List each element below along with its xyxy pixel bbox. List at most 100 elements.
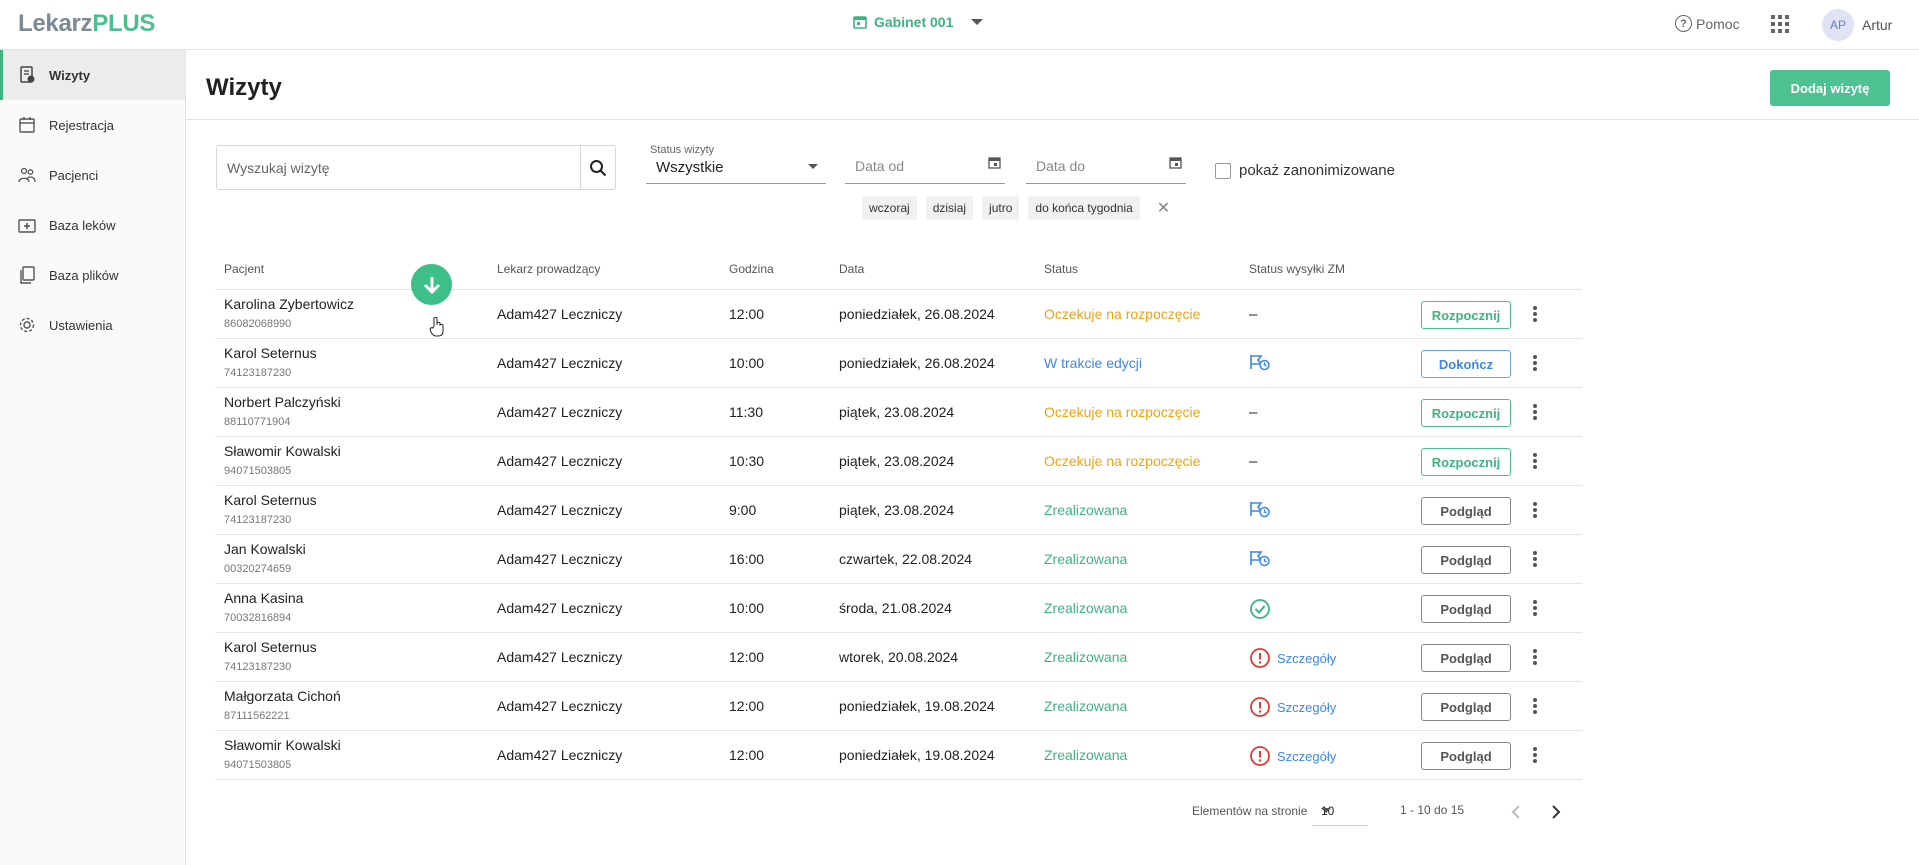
zm-status: Szczegóły bbox=[1249, 696, 1336, 718]
chevron-left-icon[interactable] bbox=[1506, 802, 1526, 822]
visit-hour: 12:00 bbox=[729, 698, 765, 714]
patient-name[interactable]: Małgorzata Cichoń bbox=[224, 688, 341, 704]
date-from-field[interactable]: Data od bbox=[845, 150, 1005, 184]
chevron-right-icon[interactable] bbox=[1546, 802, 1566, 822]
calendar-icon bbox=[19, 117, 35, 133]
help-link[interactable]: ? Pomoc bbox=[1675, 15, 1740, 32]
preview-button[interactable]: Podgląd bbox=[1421, 546, 1511, 574]
app-logo[interactable]: LekarzPLUS bbox=[18, 10, 155, 38]
sidebar-item-pacjenci[interactable]: Pacjenci bbox=[0, 150, 185, 200]
per-page-select[interactable]: 10 bbox=[1312, 796, 1368, 826]
preview-button[interactable]: Podgląd bbox=[1421, 693, 1511, 721]
more-options-icon[interactable] bbox=[1533, 600, 1537, 616]
more-options-icon[interactable] bbox=[1533, 698, 1537, 714]
preview-button[interactable]: Podgląd bbox=[1421, 595, 1511, 623]
patient-pesel: 74123187230 bbox=[224, 514, 292, 526]
more-options-icon[interactable] bbox=[1533, 649, 1537, 665]
user-menu[interactable]: AP Artur bbox=[1822, 9, 1892, 41]
preview-button[interactable]: Podgląd bbox=[1421, 644, 1511, 672]
arrow-down-icon bbox=[423, 276, 440, 294]
table-row[interactable]: Sławomir Kowalski 94071503805 Adam427 Le… bbox=[215, 731, 1582, 780]
date-to-field[interactable]: Data do bbox=[1026, 150, 1186, 184]
start-visit-button[interactable]: Rozpocznij bbox=[1421, 301, 1511, 329]
more-options-icon[interactable] bbox=[1533, 747, 1537, 763]
visit-status: Zrealizowana bbox=[1044, 698, 1128, 714]
patient-name[interactable]: Sławomir Kowalski bbox=[224, 443, 341, 459]
more-options-icon[interactable] bbox=[1533, 355, 1537, 371]
calendar-icon[interactable] bbox=[988, 156, 1001, 169]
chip-dzisiaj[interactable]: dzisiaj bbox=[925, 196, 974, 220]
patient-name[interactable]: Karol Seternus bbox=[224, 492, 317, 508]
error-icon bbox=[1250, 746, 1270, 766]
sidebar-item-label: Wizyty bbox=[49, 67, 91, 83]
patient-name[interactable]: Sławomir Kowalski bbox=[224, 737, 341, 753]
doctor-name: Adam427 Leczniczy bbox=[497, 306, 623, 322]
close-icon[interactable]: ✕ bbox=[1157, 198, 1170, 218]
add-visit-button[interactable]: Dodaj wizytę bbox=[1770, 70, 1890, 106]
finish-visit-button[interactable]: Dokończ bbox=[1421, 350, 1511, 378]
scroll-down-button[interactable] bbox=[411, 264, 452, 305]
start-visit-button[interactable]: Rozpocznij bbox=[1421, 399, 1511, 427]
visit-hour: 16:00 bbox=[729, 551, 765, 567]
patient-name[interactable]: Karol Seternus bbox=[224, 639, 317, 655]
sidebar-item-wizyty[interactable]: Wizyty bbox=[0, 50, 185, 100]
chip-jutro[interactable]: jutro bbox=[982, 196, 1020, 220]
calendar-icon[interactable] bbox=[1169, 156, 1182, 169]
start-visit-button[interactable]: Rozpocznij bbox=[1421, 448, 1511, 476]
col-date[interactable]: Data bbox=[839, 262, 864, 276]
sidebar-item-baza-lekow[interactable]: Baza leków bbox=[0, 200, 185, 250]
more-options-icon[interactable] bbox=[1533, 453, 1537, 469]
details-link[interactable]: Szczegóły bbox=[1277, 651, 1336, 666]
visit-date: piątek, 23.08.2024 bbox=[839, 453, 955, 469]
patient-pesel: 94071503805 bbox=[224, 759, 292, 771]
col-patient[interactable]: Pacjent bbox=[224, 262, 264, 276]
more-options-icon[interactable] bbox=[1533, 306, 1537, 322]
patient-pesel: 70032816894 bbox=[224, 612, 292, 624]
table-row[interactable]: Karol Seternus 74123187230 Adam427 Leczn… bbox=[215, 633, 1582, 682]
gear-icon bbox=[19, 317, 35, 333]
people-icon bbox=[18, 167, 36, 183]
checkbox[interactable] bbox=[1215, 162, 1231, 179]
doctor-name: Adam427 Leczniczy bbox=[497, 502, 623, 518]
patient-pesel: 74123187230 bbox=[224, 367, 292, 379]
sidebar-item-ustawienia[interactable]: Ustawienia bbox=[0, 300, 185, 350]
patient-name[interactable]: Norbert Palczyński bbox=[224, 394, 341, 410]
preview-button[interactable]: Podgląd bbox=[1421, 497, 1511, 525]
user-name: Artur bbox=[1862, 17, 1893, 33]
cabinet-selector[interactable]: Gabinet 001 bbox=[853, 14, 984, 30]
table-row[interactable]: Norbert Palczyński 88110771904 Adam427 L… bbox=[215, 388, 1582, 437]
patient-name[interactable]: Karol Seternus bbox=[224, 345, 317, 361]
show-anonymized-checkbox[interactable]: pokaż zanonimizowane bbox=[1215, 162, 1395, 179]
apps-grid-icon[interactable] bbox=[1771, 15, 1789, 33]
search-input[interactable] bbox=[217, 146, 580, 189]
more-options-icon[interactable] bbox=[1533, 502, 1537, 518]
visit-hour: 12:00 bbox=[729, 649, 765, 665]
chip-wczoraj[interactable]: wczoraj bbox=[862, 196, 917, 220]
status-select[interactable]: Status wizyty Wszystkie bbox=[646, 142, 826, 184]
table-row[interactable]: Karol Seternus 74123187230 Adam427 Leczn… bbox=[215, 339, 1582, 388]
patient-name[interactable]: Anna Kasina bbox=[224, 590, 303, 606]
col-zm-status[interactable]: Status wysyłki ZM bbox=[1249, 262, 1345, 276]
patient-name[interactable]: Jan Kowalski bbox=[224, 541, 306, 557]
search-button[interactable] bbox=[580, 146, 615, 189]
details-link[interactable]: Szczegóły bbox=[1277, 700, 1336, 715]
table-row[interactable]: Anna Kasina 70032816894 Adam427 Lecznicz… bbox=[215, 584, 1582, 633]
col-status[interactable]: Status bbox=[1044, 262, 1078, 276]
preview-button[interactable]: Podgląd bbox=[1421, 742, 1511, 770]
chip-do-konca-tygodnia[interactable]: do końca tygodnia bbox=[1028, 196, 1140, 220]
more-options-icon[interactable] bbox=[1533, 404, 1537, 420]
patient-pesel: 94071503805 bbox=[224, 465, 292, 477]
table-row[interactable]: Sławomir Kowalski 94071503805 Adam427 Le… bbox=[215, 437, 1582, 486]
more-options-icon[interactable] bbox=[1533, 551, 1537, 567]
col-hour[interactable]: Godzina bbox=[729, 262, 774, 276]
sidebar-item-baza-plikow[interactable]: Baza plików bbox=[0, 250, 185, 300]
table-row[interactable]: Jan Kowalski 00320274659 Adam427 Lecznic… bbox=[215, 535, 1582, 584]
sidebar-item-rejestracja[interactable]: Rejestracja bbox=[0, 100, 185, 150]
table-row[interactable]: Karol Seternus 74123187230 Adam427 Leczn… bbox=[215, 486, 1582, 535]
sidebar-item-label: Ustawienia bbox=[49, 317, 113, 333]
col-doctor[interactable]: Lekarz prowadzący bbox=[497, 262, 600, 276]
patient-name[interactable]: Karolina Zybertowicz bbox=[224, 296, 354, 312]
table-row[interactable]: Małgorzata Cichoń 87111562221 Adam427 Le… bbox=[215, 682, 1582, 731]
visit-hour: 10:30 bbox=[729, 453, 765, 469]
details-link[interactable]: Szczegóły bbox=[1277, 749, 1336, 764]
